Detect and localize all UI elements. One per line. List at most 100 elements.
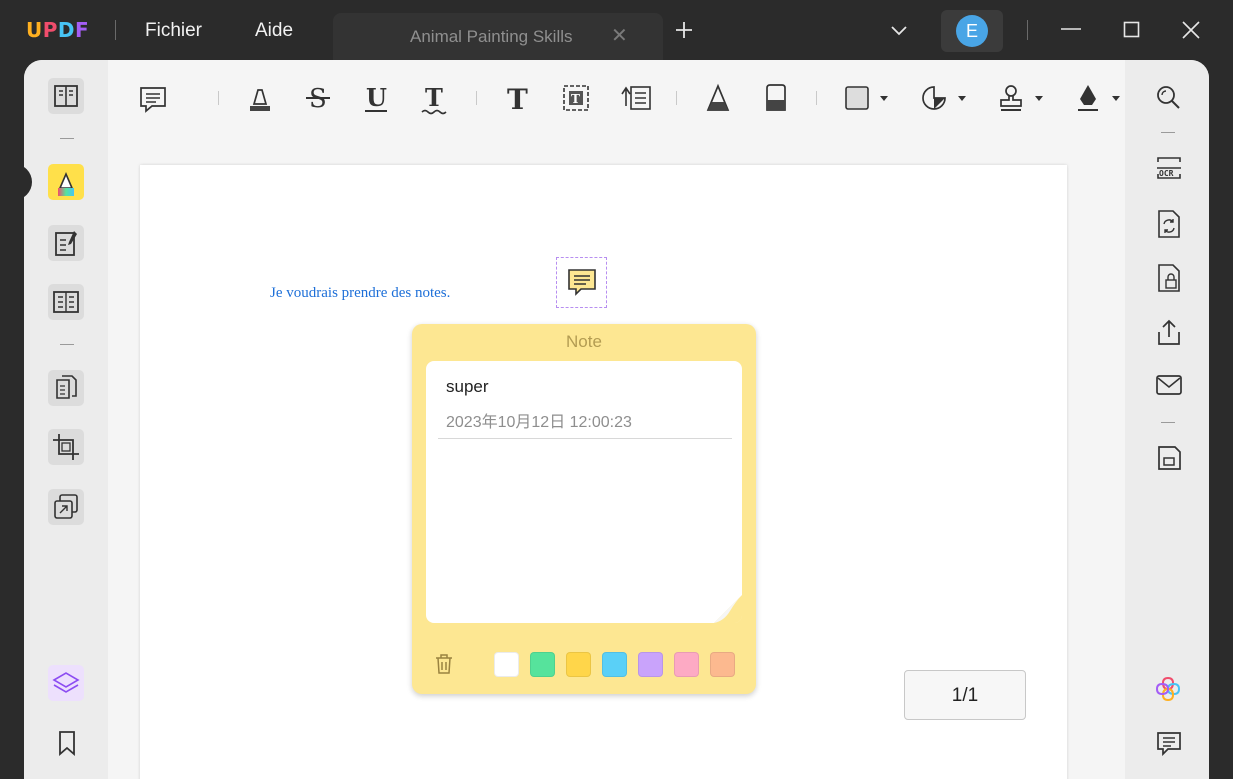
logo-letter-d: D <box>57 18 76 42</box>
sidebar-divider <box>60 138 74 139</box>
minimize-button[interactable] <box>1060 20 1082 45</box>
edit-mode-button[interactable] <box>48 225 84 261</box>
convert-file-button[interactable] <box>1156 209 1182 244</box>
maximize-button[interactable] <box>1123 21 1141 44</box>
trash-icon <box>436 654 452 674</box>
organize-pages-button[interactable] <box>48 370 84 406</box>
account-button[interactable]: E <box>941 10 1003 52</box>
shape-icon <box>845 86 888 110</box>
save-icon <box>1158 446 1181 470</box>
minimize-icon <box>1061 28 1081 30</box>
protect-icon <box>1158 264 1180 292</box>
color-swatch-green[interactable] <box>530 652 555 677</box>
layers-button[interactable] <box>48 665 84 701</box>
text-callout-icon <box>621 86 651 110</box>
toolbar-separator <box>676 91 677 105</box>
text-callout-tool[interactable] <box>620 84 652 117</box>
share-button[interactable] <box>1156 318 1182 351</box>
document-text[interactable]: Je voudrais prendre des notes. <box>270 285 450 302</box>
sticker-tool[interactable] <box>920 84 968 117</box>
highlight-tool[interactable] <box>246 82 274 119</box>
ocr-button[interactable]: OCR <box>1155 154 1183 187</box>
logo-letter-u: U <box>26 18 43 42</box>
sticky-note-icon <box>568 269 596 296</box>
form-icon <box>53 291 79 313</box>
tabs-dropdown-button[interactable] <box>889 22 909 43</box>
stamp-tool[interactable] <box>997 82 1045 119</box>
ai-icon <box>1155 676 1181 702</box>
text-tool[interactable]: T <box>504 82 532 119</box>
signature-tool[interactable] <box>1074 82 1122 119</box>
reader-mode-button[interactable] <box>48 78 84 114</box>
sticky-note-icon <box>140 87 166 113</box>
color-swatch-purple[interactable] <box>638 652 663 677</box>
note-editor[interactable]: super 2023年10月12日 12:00:23 <box>426 361 742 623</box>
logo-letter-p: P <box>42 18 58 42</box>
svg-text:T: T <box>507 83 528 114</box>
right-sidebar: OCR <box>1125 60 1209 779</box>
crop-pages-button[interactable] <box>48 429 84 465</box>
title-bar: UPDF Fichier Aide Animal Painting Skills… <box>0 0 1233 62</box>
save-button[interactable] <box>1156 444 1182 477</box>
strikethrough-tool[interactable]: S <box>304 82 332 119</box>
bookmark-icon <box>59 731 75 756</box>
share-icon <box>1158 319 1180 345</box>
color-swatch-orange[interactable] <box>710 652 735 677</box>
underline-tool[interactable]: U <box>362 82 390 119</box>
search-icon <box>1157 86 1180 109</box>
document-tab[interactable]: Animal Painting Skills ✕ <box>333 13 663 61</box>
toolbar-separator <box>816 91 817 105</box>
menu-help[interactable]: Aide <box>255 20 293 42</box>
convert-icon <box>54 494 78 519</box>
squiggly-tool[interactable]: T <box>420 82 448 121</box>
bookmarks-button[interactable] <box>56 730 78 761</box>
comment-mode-button[interactable] <box>48 164 84 200</box>
email-button[interactable] <box>1155 373 1183 402</box>
color-swatch-blue[interactable] <box>602 652 627 677</box>
maximize-icon <box>1123 21 1140 38</box>
eraser-tool[interactable] <box>762 82 790 119</box>
textbox-tool[interactable]: T <box>562 84 590 117</box>
underline-icon: U <box>365 83 387 112</box>
color-swatch-white[interactable] <box>494 652 519 677</box>
crop-icon <box>53 434 79 460</box>
ai-assistant-button[interactable] <box>1154 675 1182 708</box>
sticky-note-tool[interactable] <box>138 84 168 119</box>
protect-button[interactable] <box>1156 263 1182 298</box>
pencil-tool[interactable] <box>704 82 732 119</box>
comments-panel-icon <box>1157 732 1181 757</box>
toolbar-separator <box>476 91 477 105</box>
sidebar-divider <box>60 344 74 345</box>
tab-close-icon[interactable]: ✕ <box>611 23 628 48</box>
note-content[interactable]: super <box>446 377 489 397</box>
convert-button[interactable] <box>48 489 84 525</box>
search-button[interactable] <box>1155 84 1181 115</box>
email-icon <box>1156 375 1182 395</box>
window-separator <box>1027 20 1028 40</box>
delete-note-button[interactable] <box>434 653 454 680</box>
document-canvas: Je voudrais prendre des notes. Note supe… <box>108 142 1125 779</box>
note-title: Note <box>566 332 602 351</box>
signature-icon <box>1078 85 1120 111</box>
squiggly-icon: T <box>421 83 447 115</box>
page-indicator[interactable]: 1/1 <box>904 670 1026 720</box>
menu-file[interactable]: Fichier <box>145 20 202 42</box>
color-swatch-pink[interactable] <box>674 652 699 677</box>
svg-text:T: T <box>571 92 580 106</box>
svg-text:U: U <box>366 83 387 112</box>
svg-text:T: T <box>425 83 443 112</box>
note-anchor[interactable] <box>556 257 607 308</box>
eraser-icon <box>766 84 786 111</box>
logo-letter-f: F <box>75 18 90 42</box>
textbox-icon: T <box>563 85 589 111</box>
color-swatch-yellow[interactable] <box>566 652 591 677</box>
new-tab-button[interactable] <box>674 20 694 45</box>
sticker-icon <box>922 86 966 110</box>
shape-tool[interactable] <box>844 84 890 117</box>
comments-panel-button[interactable] <box>1156 730 1182 761</box>
close-window-button[interactable] <box>1181 20 1201 45</box>
form-mode-button[interactable] <box>48 284 84 320</box>
main-window: S U T T T Je voudrais prendre des notes.… <box>24 60 1209 779</box>
svg-text:OCR: OCR <box>1159 169 1174 178</box>
left-sidebar <box>24 60 108 779</box>
